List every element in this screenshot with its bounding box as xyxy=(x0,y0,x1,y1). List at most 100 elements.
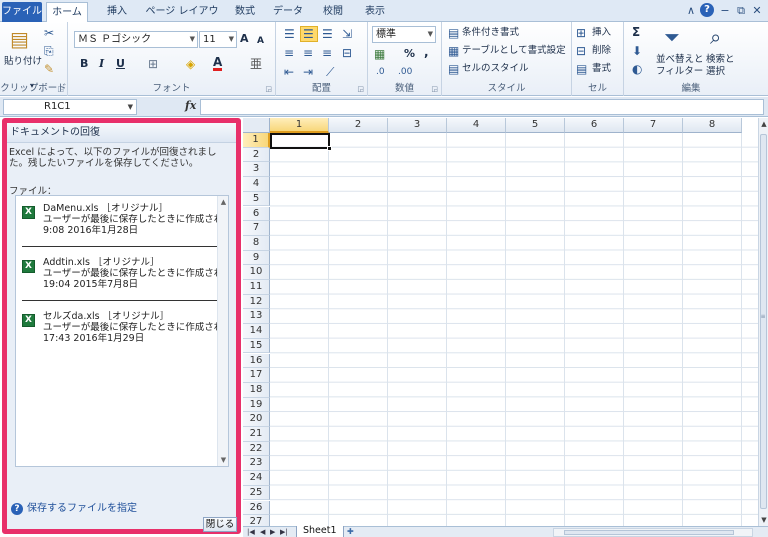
clear-icon[interactable]: ◐ xyxy=(632,62,642,76)
cell-area[interactable] xyxy=(270,133,758,526)
column-header[interactable]: 1 xyxy=(270,118,329,133)
row-header[interactable]: 10 xyxy=(243,265,270,280)
clipboard-launcher-icon[interactable]: ◲ xyxy=(57,85,64,93)
number-launcher-icon[interactable]: ◲ xyxy=(431,85,438,93)
scroll-up-icon[interactable]: ▲ xyxy=(759,120,768,128)
decrease-indent-icon[interactable]: ⇤ xyxy=(284,65,294,79)
column-header[interactable]: 5 xyxy=(506,118,565,133)
prev-sheet-icon[interactable]: ◀ xyxy=(260,527,265,537)
close-button[interactable]: 閉じる xyxy=(203,517,237,532)
row-header[interactable]: 21 xyxy=(243,427,270,442)
underline-button[interactable]: U xyxy=(116,58,125,70)
grow-font-button[interactable]: A xyxy=(240,33,249,45)
tab-review[interactable]: 校閲 xyxy=(316,2,350,22)
currency-icon[interactable]: ▦ xyxy=(374,47,385,61)
recovered-file-item[interactable]: X DaMenu.xls ［オリジナル］ ユーザーが最後に保存したときに作成され… xyxy=(16,200,218,252)
orientation-icon[interactable]: ⟋ xyxy=(326,65,334,79)
insert-sheet-icon[interactable]: ✚ xyxy=(347,527,354,537)
increase-indent-icon[interactable]: ⇥ xyxy=(303,65,313,79)
format-cells-button[interactable]: 書式 xyxy=(592,63,611,75)
column-header[interactable]: 6 xyxy=(565,118,624,133)
delete-cells-button[interactable]: 削除 xyxy=(592,45,611,57)
italic-button[interactable]: I xyxy=(99,58,104,70)
row-header[interactable]: 22 xyxy=(243,441,270,457)
bold-button[interactable]: B xyxy=(80,58,88,70)
row-header[interactable]: 13 xyxy=(243,309,270,325)
cell-styles-icon[interactable]: ▤ xyxy=(448,62,459,76)
column-header[interactable]: 7 xyxy=(624,118,683,133)
tab-file[interactable]: ファイル xyxy=(2,2,42,22)
first-sheet-icon[interactable]: |◀ xyxy=(247,527,255,537)
row-header[interactable]: 23 xyxy=(243,456,270,472)
horizontal-scrollbar[interactable] xyxy=(553,528,753,537)
row-header[interactable]: 3 xyxy=(243,162,270,178)
conditional-format-button[interactable]: 条件付き書式 xyxy=(462,27,519,39)
row-header[interactable]: 16 xyxy=(243,353,270,369)
scroll-down-icon[interactable]: ▼ xyxy=(759,516,768,524)
paste-button[interactable]: 貼り付け xyxy=(4,56,42,68)
formula-input[interactable] xyxy=(200,99,764,115)
format-cells-icon[interactable]: ▤ xyxy=(576,62,587,76)
find-select-button-line2[interactable]: 選択 xyxy=(706,66,725,78)
row-header[interactable]: 17 xyxy=(243,368,270,383)
sort-filter-icon[interactable]: ⏷ xyxy=(664,26,680,48)
fill-handle[interactable] xyxy=(327,145,332,151)
recovered-file-item[interactable]: X セルズda.xls ［オリジナル］ ユーザーが最後に保存したときに作成された… xyxy=(16,308,218,360)
sort-filter-button[interactable]: 並べ替えと xyxy=(656,54,704,66)
paste-icon[interactable]: ▤ xyxy=(10,28,29,50)
delete-cells-icon[interactable]: ⊟ xyxy=(576,44,586,58)
cell-styles-button[interactable]: セルのスタイル xyxy=(462,63,529,75)
row-header[interactable]: 7 xyxy=(243,221,270,236)
merge-center-icon[interactable]: ⊟ xyxy=(342,46,352,60)
tab-data[interactable]: データ xyxy=(270,2,306,22)
number-format-combo[interactable]: 標準 ▼ xyxy=(372,26,436,43)
row-header[interactable]: 5 xyxy=(243,191,270,207)
find-select-icon[interactable]: ⌕ xyxy=(710,26,721,48)
align-top-icon[interactable]: ☰ xyxy=(284,27,295,41)
phonetic-icon[interactable]: 亜 xyxy=(250,57,262,71)
close-window-icon[interactable]: ✕ xyxy=(750,4,764,17)
font-color-button[interactable]: A xyxy=(213,56,223,71)
row-header[interactable]: 9 xyxy=(243,250,270,266)
percent-button[interactable]: % xyxy=(404,48,415,60)
font-size-combo[interactable]: 11 ▼ xyxy=(199,31,237,48)
scroll-down-icon[interactable]: ▼ xyxy=(218,456,229,464)
row-header[interactable]: 19 xyxy=(243,397,270,413)
row-header[interactable]: 11 xyxy=(243,280,270,295)
row-header[interactable]: 1 xyxy=(243,133,270,148)
worksheet-grid[interactable]: 12345678 1 2 3 4 5 6 7 8 9 10 11 12 13 14 15 16 17 18 19 20… xyxy=(243,118,758,526)
column-header[interactable]: 4 xyxy=(447,118,506,133)
tab-insert[interactable]: 挿入 xyxy=(100,2,134,22)
format-painter-icon[interactable]: ✎ xyxy=(44,62,54,76)
row-header[interactable]: 12 xyxy=(243,294,270,310)
fill-color-icon[interactable]: ◈ xyxy=(186,57,195,71)
minimize-window-icon[interactable]: − xyxy=(718,4,732,17)
row-header[interactable]: 4 xyxy=(243,177,270,192)
alignment-launcher-icon[interactable]: ◲ xyxy=(357,85,364,93)
align-right-icon[interactable]: ≡ xyxy=(322,46,332,60)
border-icon[interactable]: ⊞ xyxy=(148,57,158,71)
autosum-button[interactable]: Σ xyxy=(632,26,640,38)
row-header[interactable]: 8 xyxy=(243,235,270,251)
row-header[interactable]: 2 xyxy=(243,147,270,163)
column-header[interactable]: 2 xyxy=(329,118,388,133)
row-header[interactable]: 25 xyxy=(243,485,270,501)
font-launcher-icon[interactable]: ◲ xyxy=(265,85,272,93)
help-link[interactable]: ? 保存するファイルを指定 xyxy=(11,499,137,515)
scroll-thumb[interactable] xyxy=(760,134,767,509)
column-header[interactable]: 3 xyxy=(388,118,447,133)
conditional-format-icon[interactable]: ▤ xyxy=(448,26,459,40)
recovered-file-item[interactable]: X Addtin.xls ［オリジナル］ ユーザーが最後に保存したときに作成され… xyxy=(16,254,218,306)
tab-formulas[interactable]: 数式 xyxy=(228,2,262,22)
increase-decimal-icon[interactable]: .0 xyxy=(376,65,385,79)
format-as-table-icon[interactable]: ▦ xyxy=(448,44,459,58)
comma-button[interactable]: , xyxy=(424,46,429,58)
row-header[interactable]: 18 xyxy=(243,382,270,398)
vertical-scrollbar[interactable]: ▲ ≡ ▼ xyxy=(758,118,768,526)
scroll-up-icon[interactable]: ▲ xyxy=(218,198,229,206)
align-center-icon[interactable]: ≡ xyxy=(303,46,313,60)
scroll-thumb[interactable] xyxy=(564,530,734,535)
tab-page-layout[interactable]: ページ レイアウト xyxy=(142,2,222,36)
tab-home[interactable]: ホーム xyxy=(46,2,88,23)
find-select-button[interactable]: 検索と xyxy=(706,54,735,66)
